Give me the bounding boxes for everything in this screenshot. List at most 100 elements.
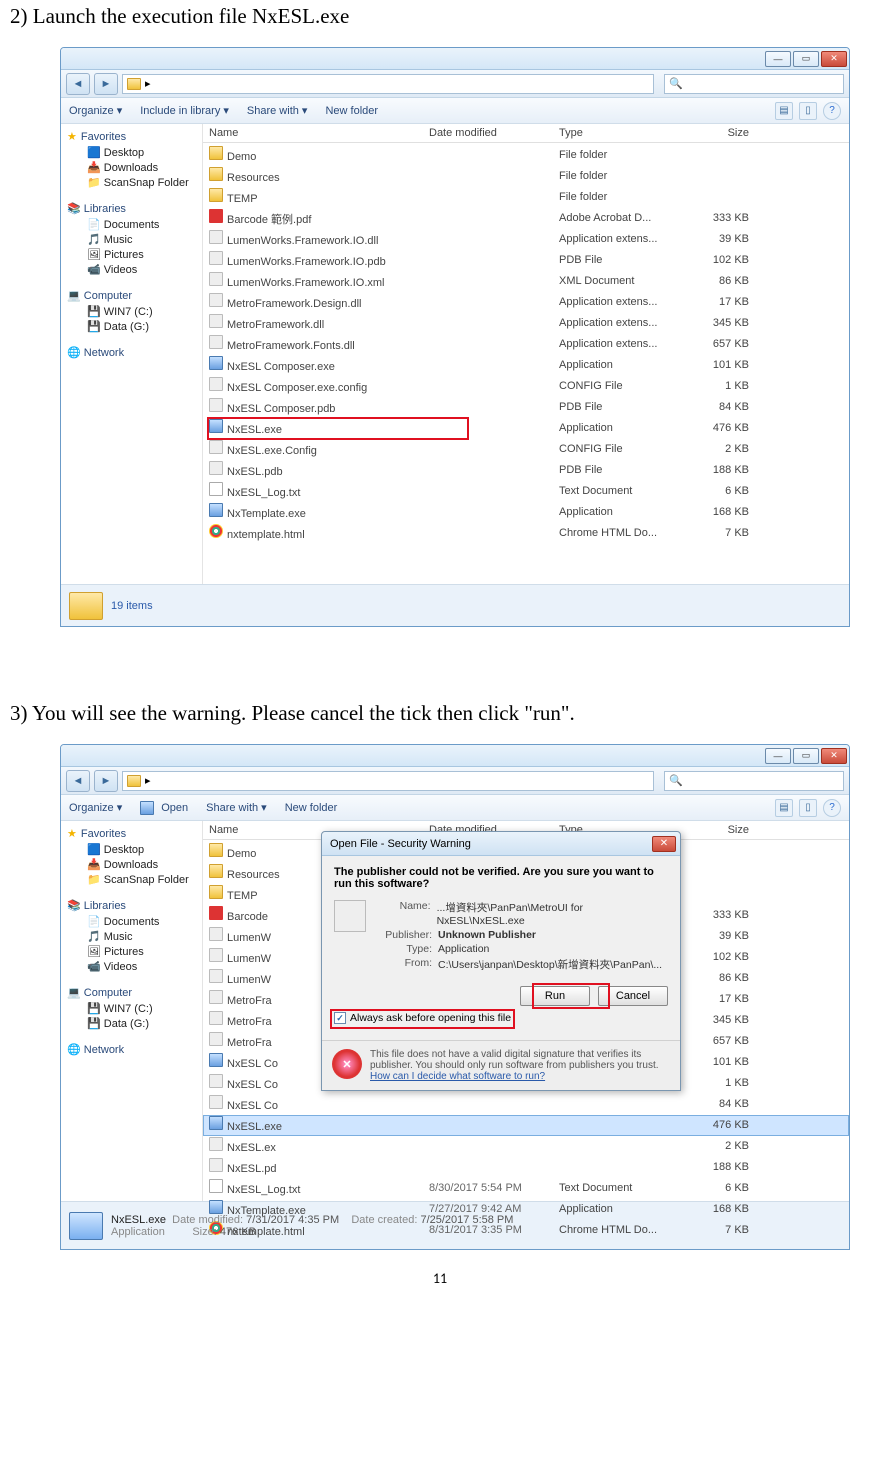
close-button[interactable]: ✕ [821,748,847,764]
file-row[interactable]: NxESL Composer.pdb PDB File 84 KB [203,397,849,418]
file-row[interactable]: LumenWorks.Framework.IO.pdb PDB File 102… [203,250,849,271]
nav-tree: ★ Favorites 🟦 Desktop 📥 Downloads 📁 Scan… [61,124,203,584]
maximize-button[interactable]: ▭ [793,51,819,67]
address-bar[interactable]: ▸ [122,74,654,94]
nav-scansnap[interactable]: 📁 ScanSnap Folder [67,872,200,887]
dialog-close-button[interactable]: ✕ [652,836,676,852]
status-created-value: 7/25/2017 5:58 PM [420,1214,513,1226]
col-size[interactable]: Size [679,127,749,139]
folder-icon [127,78,141,90]
file-row[interactable]: NxESL Co 84 KB [203,1094,849,1115]
always-ask-checkbox[interactable]: ✓ [334,1012,346,1024]
dialog-help-link[interactable]: How can I decide what software to run? [370,1071,545,1082]
search-input[interactable]: 🔍 [664,771,844,791]
file-row[interactable]: NxESL Composer.exe.config CONFIG File 1 … [203,376,849,397]
dll-icon [209,1032,223,1046]
file-row[interactable]: nxtemplate.html Chrome HTML Do... 7 KB [203,523,849,544]
nav-downloads[interactable]: 📥 Downloads [67,857,200,872]
file-row[interactable]: Barcode 範例.pdf Adobe Acrobat D... 333 KB [203,208,849,229]
file-row[interactable]: NxESL_Log.txt 8/30/2017 5:54 PM Text Doc… [203,1178,849,1199]
nav-downloads[interactable]: 📥 Downloads [67,160,200,175]
nav-data[interactable]: 💾 Data (G:) [67,319,200,334]
nav-network[interactable]: 🌐 Network [67,344,200,361]
run-button[interactable]: Run [520,986,590,1006]
nav-documents[interactable]: 📄 Documents [67,914,200,929]
nav-data[interactable]: 💾 Data (G:) [67,1016,200,1031]
nav-computer[interactable]: 💻 Computer [67,287,200,304]
status-type: Application [111,1226,165,1238]
view-button[interactable]: ▤ [775,799,793,817]
open-button[interactable]: Open [140,801,188,815]
nav-music[interactable]: 🎵 Music [67,232,200,247]
file-row[interactable]: NxESL.exe 476 KB [203,1115,849,1136]
file-row[interactable]: Resources File folder [203,166,849,187]
file-row[interactable]: MetroFramework.dll Application extens...… [203,313,849,334]
nav-desktop[interactable]: 🟦 Desktop [67,842,200,857]
file-row[interactable]: NxESL Composer.exe Application 101 KB [203,355,849,376]
forward-button[interactable]: ► [94,770,118,792]
back-button[interactable]: ◄ [66,73,90,95]
nav-win7[interactable]: 💾 WIN7 (C:) [67,304,200,319]
nav-libraries[interactable]: 📚 Libraries [67,200,200,217]
share-menu[interactable]: Share with ▾ [206,801,267,814]
col-name[interactable]: Name [209,127,429,139]
address-bar[interactable]: ▸ [122,771,654,791]
file-row[interactable]: NxESL.pd 188 KB [203,1157,849,1178]
col-size[interactable]: Size [679,824,749,836]
maximize-button[interactable]: ▭ [793,748,819,764]
cancel-button[interactable]: Cancel [598,986,668,1006]
nav-computer[interactable]: 💻 Computer [67,984,200,1001]
nav-pictures[interactable]: 🖼 Pictures [67,247,200,262]
search-input[interactable]: 🔍 [664,74,844,94]
file-row[interactable]: NxESL.exe Application 476 KB [203,418,849,439]
col-type[interactable]: Type [559,127,679,139]
minimize-button[interactable]: — [765,51,791,67]
nav-music[interactable]: 🎵 Music [67,929,200,944]
nav-videos[interactable]: 📹 Videos [67,959,200,974]
file-row[interactable]: NxESL.exe.Config CONFIG File 2 KB [203,439,849,460]
file-row[interactable]: LumenWorks.Framework.IO.dll Application … [203,229,849,250]
file-row[interactable]: TEMP File folder [203,187,849,208]
star-icon: ★ [67,827,77,840]
file-row[interactable]: Demo File folder [203,145,849,166]
back-button[interactable]: ◄ [66,770,90,792]
nav-network[interactable]: 🌐 Network [67,1041,200,1058]
new-folder-button[interactable]: New folder [325,105,378,117]
exe-icon [209,1053,223,1067]
help-button[interactable]: ? [823,799,841,817]
help-button[interactable]: ? [823,102,841,120]
nav-libraries[interactable]: 📚 Libraries [67,897,200,914]
status-mod-label: Date modified: [172,1214,243,1226]
file-row[interactable]: MetroFramework.Fonts.dll Application ext… [203,334,849,355]
file-row[interactable]: NxTemplate.exe Application 168 KB [203,502,849,523]
folder-icon [209,167,223,181]
nav-pictures[interactable]: 🖼 Pictures [67,944,200,959]
preview-button[interactable]: ▯ [799,102,817,120]
include-menu[interactable]: Include in library ▾ [140,104,229,117]
nav-win7[interactable]: 💾 WIN7 (C:) [67,1001,200,1016]
new-folder-button[interactable]: New folder [285,802,338,814]
close-button[interactable]: ✕ [821,51,847,67]
minimize-button[interactable]: — [765,748,791,764]
file-row[interactable]: MetroFramework.Design.dll Application ex… [203,292,849,313]
dll-icon [209,440,223,454]
forward-button[interactable]: ► [94,73,118,95]
col-date[interactable]: Date modified [429,127,559,139]
nav-documents[interactable]: 📄 Documents [67,217,200,232]
dll-icon [209,272,223,286]
preview-button[interactable]: ▯ [799,799,817,817]
file-row[interactable]: NxESL_Log.txt Text Document 6 KB [203,481,849,502]
nav-scansnap[interactable]: 📁 ScanSnap Folder [67,175,200,190]
share-menu[interactable]: Share with ▾ [247,104,308,117]
file-row[interactable]: LumenWorks.Framework.IO.xml XML Document… [203,271,849,292]
organize-menu[interactable]: Organize ▾ [69,104,122,117]
explorer-window-2: — ▭ ✕ ◄ ► ▸ 🔍 Organize ▾ Open Share with… [60,744,850,1250]
column-headers[interactable]: Name Date modified Type Size [203,124,849,143]
organize-menu[interactable]: Organize ▾ [69,801,122,814]
view-button[interactable]: ▤ [775,102,793,120]
file-row[interactable]: NxESL.ex 2 KB [203,1136,849,1157]
nav-desktop[interactable]: 🟦 Desktop [67,145,200,160]
nav-videos[interactable]: 📹 Videos [67,262,200,277]
file-row[interactable]: NxESL.pdb PDB File 188 KB [203,460,849,481]
folder-icon [209,188,223,202]
